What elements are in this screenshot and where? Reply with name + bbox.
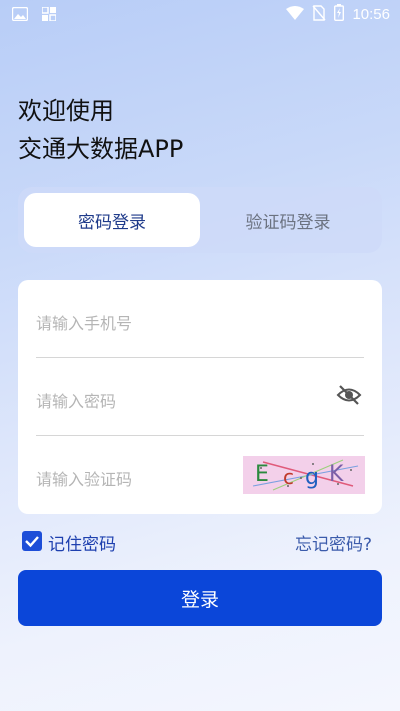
login-mode-tabs: 密码登录 验证码登录 <box>18 187 382 253</box>
phone-input[interactable]: 请输入手机号 <box>36 310 132 334</box>
captcha-char-1: E <box>255 462 269 487</box>
welcome-line-1: 欢迎使用 <box>18 97 114 125</box>
wifi-icon <box>286 5 305 24</box>
clock: 10:56 <box>352 6 390 23</box>
remember-password-label[interactable]: 记住密码 <box>48 530 116 555</box>
tab-password-login[interactable]: 密码登录 <box>24 193 200 247</box>
captcha-char-2: c <box>283 465 294 489</box>
password-input[interactable]: 请输入密码 <box>36 388 116 412</box>
captcha-char-4: K <box>329 462 344 487</box>
login-form-card: 请输入手机号 请输入密码 请输入验证码 E c g K <box>18 280 382 514</box>
captcha-image[interactable]: E c g K <box>243 456 365 494</box>
captcha-char-3: g <box>305 465 319 490</box>
welcome-line-2: 交通大数据APP <box>18 135 184 163</box>
login-button[interactable]: 登录 <box>18 570 382 626</box>
image-icon <box>11 6 29 25</box>
eye-off-icon[interactable] <box>336 384 362 410</box>
tab-captcha-login[interactable]: 验证码登录 <box>200 193 376 247</box>
status-bar: 10:56 <box>0 0 400 28</box>
forgot-password-link[interactable]: 忘记密码? <box>295 530 372 555</box>
battery-icon <box>334 4 345 25</box>
captcha-input[interactable]: 请输入验证码 <box>36 466 132 490</box>
remember-checkbox[interactable] <box>22 531 42 551</box>
welcome-heading: 欢迎使用 交通大数据APP <box>18 92 183 168</box>
no-sim-icon <box>312 4 326 25</box>
options-row: 记住密码 忘记密码? <box>22 528 372 555</box>
password-field[interactable]: 请输入密码 <box>36 358 364 436</box>
grid-icon <box>41 6 57 25</box>
phone-field[interactable]: 请输入手机号 <box>36 280 364 358</box>
